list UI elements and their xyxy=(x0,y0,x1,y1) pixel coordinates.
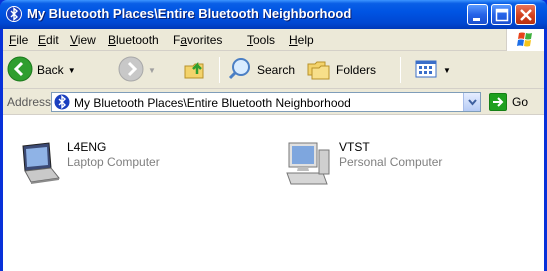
title-bar[interactable]: My Bluetooth Places\Entire Bluetooth Nei… xyxy=(0,0,547,29)
address-field[interactable]: My Bluetooth Places\Entire Bluetooth Nei… xyxy=(51,92,481,112)
folders-button[interactable]: Folders xyxy=(306,55,376,85)
views-button[interactable]: ▼ xyxy=(413,55,451,85)
back-dropdown-icon[interactable]: ▼ xyxy=(68,66,76,75)
views-dropdown-icon[interactable]: ▼ xyxy=(443,66,451,75)
menu-edit[interactable]: Edit xyxy=(38,33,59,47)
go-arrow-icon xyxy=(489,93,507,111)
standard-toolbar: Back ▼ ▼ Search Folders ▼ xyxy=(3,51,544,89)
menu-file[interactable]: File xyxy=(9,33,28,47)
address-dropdown-button[interactable] xyxy=(463,93,480,111)
menu-help[interactable]: Help xyxy=(289,33,314,47)
device-name: L4ENG xyxy=(67,140,107,154)
back-arrow-icon xyxy=(7,56,33,85)
menu-bluetooth[interactable]: Bluetooth xyxy=(108,33,159,47)
laptop-icon xyxy=(13,140,61,188)
device-label-vtst: VTST Personal Computer xyxy=(339,140,442,188)
menu-view[interactable]: View xyxy=(70,33,96,47)
go-button[interactable]: Go xyxy=(489,93,528,111)
minimize-button[interactable] xyxy=(467,4,488,25)
close-button[interactable] xyxy=(515,4,536,25)
up-folder-icon xyxy=(183,56,209,85)
back-button[interactable]: Back ▼ xyxy=(7,55,76,85)
menu-bar: File Edit View Bluetooth Favorites Tools… xyxy=(3,29,544,51)
forward-arrow-icon xyxy=(118,56,144,85)
search-button[interactable]: Search xyxy=(227,55,295,85)
bluetooth-places-icon xyxy=(54,94,70,113)
folders-icon xyxy=(306,56,332,85)
search-label: Search xyxy=(257,63,296,77)
up-folder-button[interactable] xyxy=(183,55,209,85)
toolbar-separator xyxy=(219,57,220,83)
back-label: Back xyxy=(37,63,64,77)
maximize-button[interactable] xyxy=(491,4,512,25)
desktop-computer-icon xyxy=(285,140,333,188)
bluetooth-places-icon xyxy=(6,6,22,22)
device-type: Laptop Computer xyxy=(67,155,160,169)
device-label-l4eng: L4ENG Laptop Computer xyxy=(67,140,160,188)
forward-dropdown-icon[interactable]: ▼ xyxy=(148,66,156,75)
address-value[interactable]: My Bluetooth Places\Entire Bluetooth Nei… xyxy=(74,96,351,110)
toolbar-separator xyxy=(400,57,401,83)
forward-button[interactable]: ▼ xyxy=(118,55,156,85)
go-label: Go xyxy=(512,95,529,109)
views-grid-icon xyxy=(413,56,439,85)
device-item-vtst[interactable]: VTST Personal Computer xyxy=(285,140,442,188)
address-bar: Address My Bluetooth Places\Entire Bluet… xyxy=(3,89,544,115)
window-title: My Bluetooth Places\Entire Bluetooth Nei… xyxy=(27,6,352,21)
device-item-l4eng[interactable]: L4ENG Laptop Computer xyxy=(13,140,160,188)
file-view[interactable]: L4ENG Laptop Computer VTST Personal Comp… xyxy=(3,115,544,271)
menu-tools[interactable]: Tools xyxy=(247,33,275,47)
windows-logo-icon xyxy=(506,29,544,51)
device-name: VTST xyxy=(339,140,370,154)
address-label: Address xyxy=(7,95,52,109)
menu-favorites[interactable]: Favorites xyxy=(173,33,222,47)
device-type: Personal Computer xyxy=(339,155,443,169)
folders-label: Folders xyxy=(336,63,377,77)
search-icon xyxy=(227,56,253,85)
explorer-window: My Bluetooth Places\Entire Bluetooth Nei… xyxy=(0,0,547,271)
